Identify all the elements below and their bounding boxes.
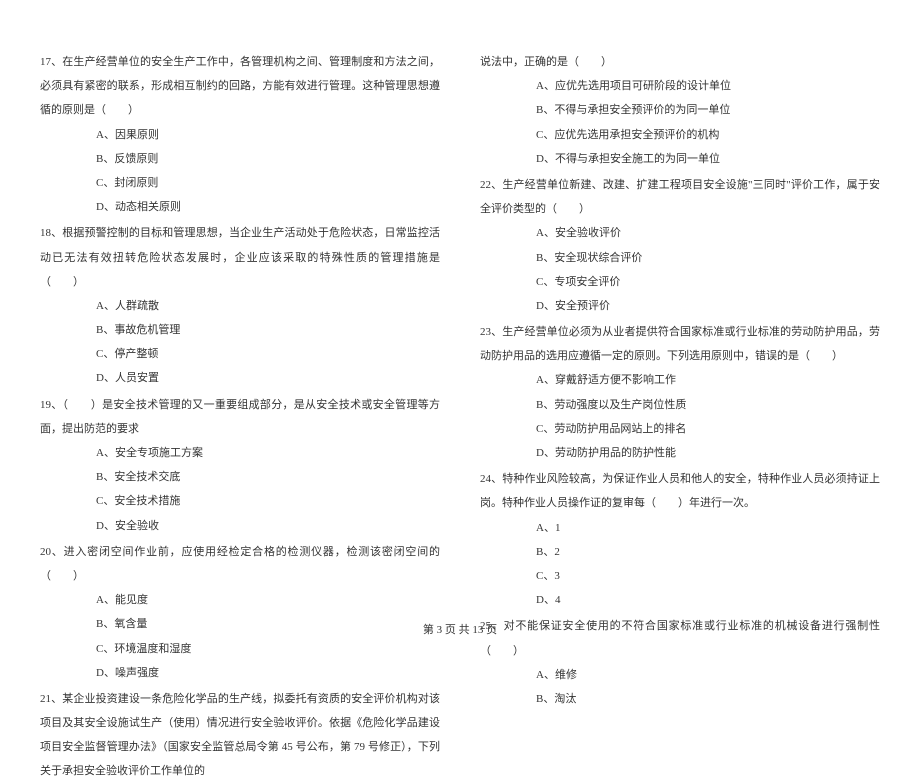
option-b: B、反馈原则: [96, 147, 440, 171]
question-20: 20、进入密闭空间作业前，应使用经检定合格的检测仪器，检测该密闭空间的（ ） A…: [40, 540, 440, 685]
option-b: B、事故危机管理: [96, 318, 440, 342]
option-a: A、因果原则: [96, 123, 440, 147]
question-21: 21、某企业投资建设一条危险化学品的生产线，拟委托有资质的安全评价机构对该项目及…: [40, 687, 440, 784]
question-19: 19、（ ）是安全技术管理的又一重要组成部分，是从安全技术或安全管理等方面，提出…: [40, 393, 440, 538]
options-list: A、应优先选用项目可研阶段的设计单位 B、不得与承担安全预评价的为同一单位 C、…: [480, 74, 880, 171]
option-c: C、应优先选用承担安全预评价的机构: [536, 123, 880, 147]
question-22: 22、生产经营单位新建、改建、扩建工程项目安全设施"三同时"评价工作，属于安全评…: [480, 173, 880, 318]
option-c: C、封闭原则: [96, 171, 440, 195]
option-d: D、人员安置: [96, 366, 440, 390]
option-c: C、环境温度和湿度: [96, 637, 440, 661]
option-d: D、不得与承担安全施工的为同一单位: [536, 147, 880, 171]
question-stem: 20、进入密闭空间作业前，应使用经检定合格的检测仪器，检测该密闭空间的（ ）: [40, 540, 440, 588]
option-a: A、人群疏散: [96, 294, 440, 318]
option-a: A、穿戴舒适方便不影响工作: [536, 368, 880, 392]
option-c: C、专项安全评价: [536, 270, 880, 294]
option-a: A、维修: [536, 663, 880, 687]
left-column: 17、在生产经营单位的安全生产工作中，各管理机构之间、管理制度和方法之间，必须具…: [40, 50, 440, 600]
options-list: A、人群疏散 B、事故危机管理 C、停产整顿 D、人员安置: [40, 294, 440, 391]
option-b: B、劳动强度以及生产岗位性质: [536, 393, 880, 417]
question-24: 24、特种作业风险较高，为保证作业人员和他人的安全，特种作业人员必须持证上岗。特…: [480, 467, 880, 612]
option-a: A、应优先选用项目可研阶段的设计单位: [536, 74, 880, 98]
option-d: D、劳动防护用品的防护性能: [536, 441, 880, 465]
question-stem: 25、对不能保证安全使用的不符合国家标准或行业标准的机械设备进行强制性（ ）: [480, 614, 880, 662]
option-c: C、安全技术措施: [96, 489, 440, 513]
option-b: B、不得与承担安全预评价的为同一单位: [536, 98, 880, 122]
options-list: A、穿戴舒适方便不影响工作 B、劳动强度以及生产岗位性质 C、劳动防护用品网站上…: [480, 368, 880, 465]
question-stem: 22、生产经营单位新建、改建、扩建工程项目安全设施"三同时"评价工作，属于安全评…: [480, 173, 880, 221]
right-column: 说法中，正确的是（ ） A、应优先选用项目可研阶段的设计单位 B、不得与承担安全…: [480, 50, 880, 600]
question-21-continued: 说法中，正确的是（ ） A、应优先选用项目可研阶段的设计单位 B、不得与承担安全…: [480, 50, 880, 171]
option-d: D、噪声强度: [96, 661, 440, 685]
option-c: C、劳动防护用品网站上的排名: [536, 417, 880, 441]
question-17: 17、在生产经营单位的安全生产工作中，各管理机构之间、管理制度和方法之间，必须具…: [40, 50, 440, 219]
question-stem: 19、（ ）是安全技术管理的又一重要组成部分，是从安全技术或安全管理等方面，提出…: [40, 393, 440, 441]
options-list: A、安全专项施工方案 B、安全技术交底 C、安全技术措施 D、安全验收: [40, 441, 440, 538]
option-c: C、3: [536, 564, 880, 588]
option-b: B、安全现状综合评价: [536, 246, 880, 270]
question-stem: 说法中，正确的是（ ）: [480, 50, 880, 74]
options-list: A、安全验收评价 B、安全现状综合评价 C、专项安全评价 D、安全预评价: [480, 221, 880, 318]
options-list: A、维修 B、淘汰: [480, 663, 880, 711]
option-b: B、淘汰: [536, 687, 880, 711]
options-list: A、1 B、2 C、3 D、4: [480, 516, 880, 613]
question-18: 18、根据预警控制的目标和管理思想，当企业生产活动处于危险状态，日常监控活动已无…: [40, 221, 440, 390]
question-stem: 17、在生产经营单位的安全生产工作中，各管理机构之间、管理制度和方法之间，必须具…: [40, 50, 440, 123]
option-d: D、4: [536, 588, 880, 612]
options-list: A、因果原则 B、反馈原则 C、封闭原则 D、动态相关原则: [40, 123, 440, 220]
question-stem: 24、特种作业风险较高，为保证作业人员和他人的安全，特种作业人员必须持证上岗。特…: [480, 467, 880, 515]
option-d: D、安全预评价: [536, 294, 880, 318]
option-b: B、氧含量: [96, 612, 440, 636]
question-stem: 21、某企业投资建设一条危险化学品的生产线，拟委托有资质的安全评价机构对该项目及…: [40, 687, 440, 784]
option-a: A、能见度: [96, 588, 440, 612]
option-d: D、动态相关原则: [96, 195, 440, 219]
options-list: A、能见度 B、氧含量 C、环境温度和湿度 D、噪声强度: [40, 588, 440, 685]
option-b: B、安全技术交底: [96, 465, 440, 489]
option-c: C、停产整顿: [96, 342, 440, 366]
option-a: A、1: [536, 516, 880, 540]
option-a: A、安全验收评价: [536, 221, 880, 245]
question-23: 23、生产经营单位必须为从业者提供符合国家标准或行业标准的劳动防护用品，劳动防护…: [480, 320, 880, 465]
option-b: B、2: [536, 540, 880, 564]
page-content: 17、在生产经营单位的安全生产工作中，各管理机构之间、管理制度和方法之间，必须具…: [0, 0, 920, 610]
question-stem: 18、根据预警控制的目标和管理思想，当企业生产活动处于危险状态，日常监控活动已无…: [40, 221, 440, 294]
question-stem: 23、生产经营单位必须为从业者提供符合国家标准或行业标准的劳动防护用品，劳动防护…: [480, 320, 880, 368]
option-a: A、安全专项施工方案: [96, 441, 440, 465]
question-25: 25、对不能保证安全使用的不符合国家标准或行业标准的机械设备进行强制性（ ） A…: [480, 614, 880, 711]
option-d: D、安全验收: [96, 514, 440, 538]
